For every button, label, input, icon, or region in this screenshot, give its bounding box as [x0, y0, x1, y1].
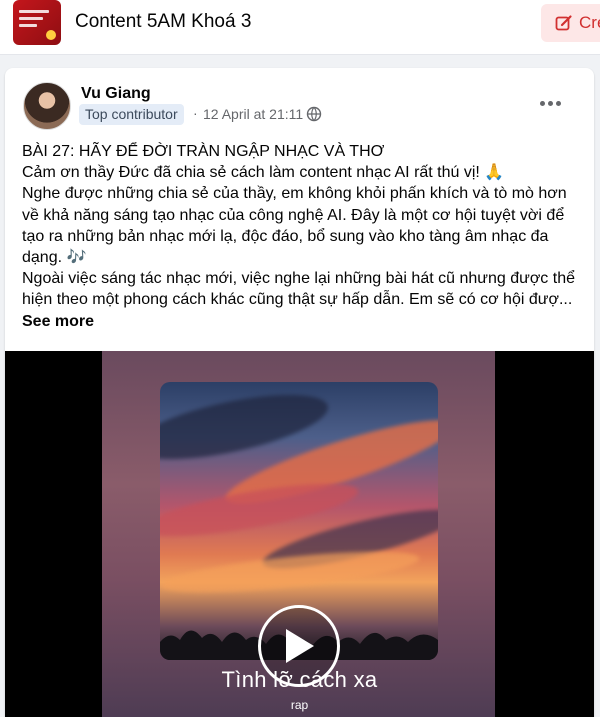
video-player[interactable]: Tình lỡ cách xa rap — [5, 351, 594, 717]
group-header: Content 5AM Khoá 3 Cre — [0, 0, 600, 55]
post-heading: BÀI 27: HÃY ĐỂ ĐỜI TRÀN NGẬP NHẠC VÀ THƠ — [22, 143, 385, 160]
group-title[interactable]: Content 5AM Khoá 3 — [75, 11, 251, 33]
see-more-link[interactable]: See more — [22, 313, 94, 330]
meta-separator: · — [193, 105, 198, 121]
group-cover-thumbnail[interactable] — [13, 0, 61, 45]
post-paragraph-truncated: Ngoài việc sáng tác nhạc mới, việc nghe … — [22, 270, 575, 330]
globe-icon — [306, 106, 322, 122]
author-name[interactable]: Vu Giang — [81, 85, 151, 103]
edit-icon — [555, 15, 572, 31]
post-card: Vu Giang Top contributor · 12 April at 2… — [5, 68, 594, 717]
create-post-label: Cre — [579, 13, 600, 32]
post-text: BÀI 27: HÃY ĐỂ ĐỜI TRÀN NGẬP NHẠC VÀ THƠ… — [22, 141, 582, 332]
post-paragraph: Cảm ơn thầy Đức đã chia sẻ cách làm cont… — [22, 164, 505, 182]
post-paragraph: Nghe được những chia sẻ của thầy, em khô… — [22, 185, 567, 267]
post-timestamp[interactable]: 12 April at 21:11 — [203, 106, 303, 122]
more-options-icon[interactable] — [540, 98, 566, 108]
avatar[interactable] — [23, 82, 71, 130]
top-contributor-badge: Top contributor — [79, 104, 184, 125]
song-subtitle: rap — [290, 698, 309, 712]
song-title: Tình lỡ cách xa — [221, 667, 378, 692]
play-icon — [286, 629, 314, 663]
create-post-button[interactable]: Cre — [541, 4, 600, 42]
